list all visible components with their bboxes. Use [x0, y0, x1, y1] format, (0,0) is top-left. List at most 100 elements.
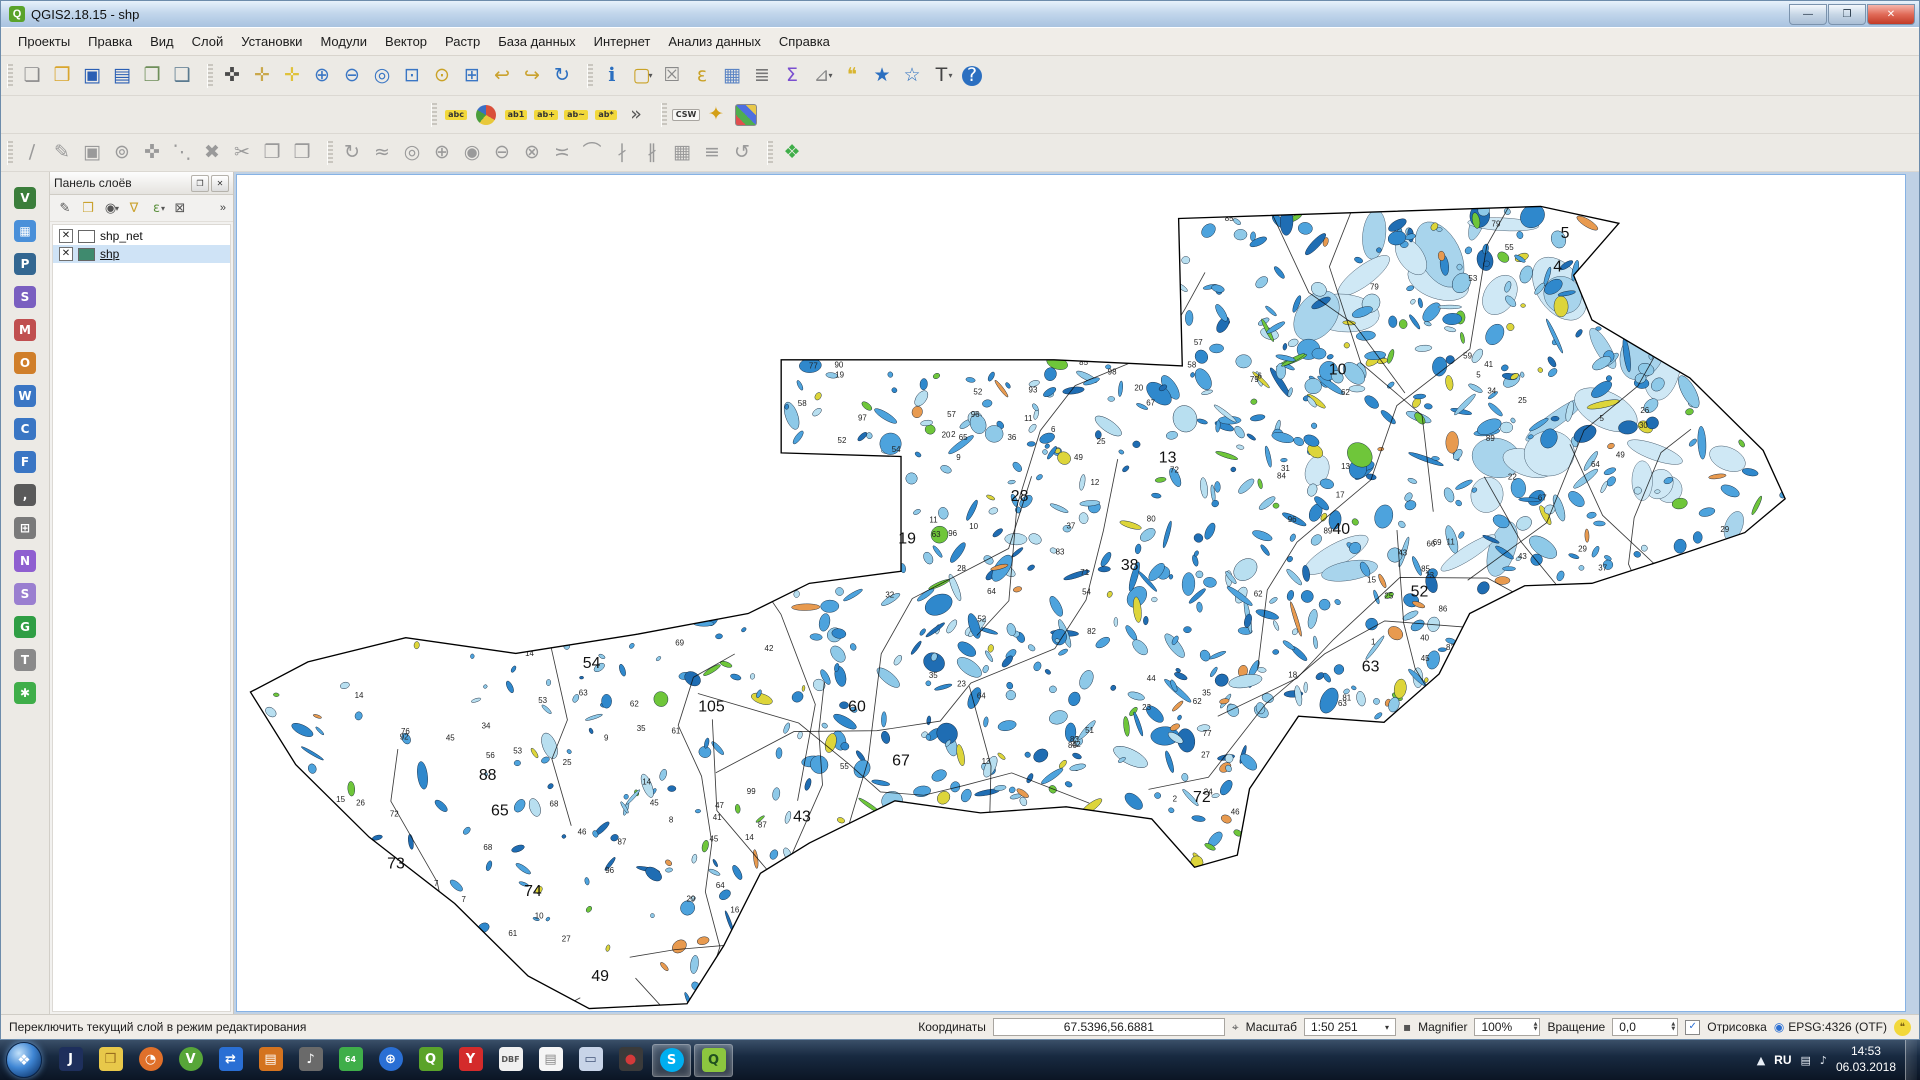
taskbar-browser-orange[interactable]: ◔	[132, 1044, 169, 1075]
filter-by-expression-button[interactable]: ε▾	[146, 197, 168, 219]
new-print-composer-button[interactable]: ❐	[137, 61, 167, 91]
add-group-button[interactable]: ❒	[77, 197, 99, 219]
fill-ring-button[interactable]: ◉	[457, 138, 487, 168]
taskbar-ebook-reader[interactable]: ▤	[252, 1044, 289, 1075]
new-project-button[interactable]: ❏	[17, 61, 47, 91]
refresh-map-button[interactable]: ↻	[547, 61, 577, 91]
add-ring-button[interactable]: ◎	[397, 138, 427, 168]
identify-features-button[interactable]: ℹ	[597, 61, 627, 91]
taskbar-web-browser-globe[interactable]: ⊕	[372, 1044, 409, 1075]
move-label-button[interactable]: ab+	[531, 100, 561, 130]
taskbar-app-64[interactable]: 64	[332, 1044, 369, 1075]
zoom-out-button[interactable]: ⊖	[337, 61, 367, 91]
toolbar-grip[interactable]	[767, 141, 773, 165]
measure-dropdown[interactable]: ▾	[828, 71, 832, 80]
open-layer-styling-button[interactable]: ✎	[54, 197, 76, 219]
layer-visibility-checkbox[interactable]: ✕	[59, 229, 73, 243]
copy-features-button[interactable]: ❐	[257, 138, 287, 168]
field-calculator-button[interactable]: ≣	[747, 61, 777, 91]
simplify-feature-button[interactable]: ≈	[367, 138, 397, 168]
measure-button[interactable]: ⊿▾	[807, 61, 837, 91]
taskbar-yandex-browser[interactable]: Y	[452, 1044, 489, 1075]
db-manager-button[interactable]	[731, 100, 761, 130]
taskbar-app-arrows-blue[interactable]: ⇄	[212, 1044, 249, 1075]
select-by-expression-button[interactable]: ε	[687, 61, 717, 91]
add-spatialite-layer-button[interactable]: S	[11, 283, 39, 310]
tray-expand-icon[interactable]: ▲	[1757, 1054, 1765, 1067]
show-desktop-button[interactable]	[1905, 1040, 1917, 1080]
taskbar-app-v-green[interactable]: V	[172, 1044, 209, 1075]
menu-edit[interactable]: Правка	[79, 30, 141, 53]
open-project-button[interactable]: ❒	[47, 61, 77, 91]
rotation-spinner[interactable]: 0,0 ▲ ▼	[1612, 1018, 1678, 1036]
panel-overflow-button[interactable]: »	[217, 200, 229, 216]
menu-data-analysis[interactable]: Анализ данных	[659, 30, 770, 53]
title-bar[interactable]: Q QGIS2.18.15 - shp — ❐ ✕	[1, 1, 1919, 27]
toggle-editing-button[interactable]: ✎	[47, 138, 77, 168]
layer-item-shp[interactable]: ✕shp	[53, 245, 230, 263]
open-attribute-table-button[interactable]: ▦	[717, 61, 747, 91]
close-panel-button[interactable]: ✕	[211, 175, 229, 192]
split-features-button[interactable]: ∤	[607, 138, 637, 168]
taskbar-windows-explorer[interactable]: ❒	[92, 1044, 129, 1075]
metasearch-csw-button[interactable]: CSW	[671, 100, 701, 130]
taskbar-skype[interactable]: S	[652, 1044, 691, 1077]
remove-layer-button[interactable]: ⊠	[169, 197, 191, 219]
toolbar-grip[interactable]	[7, 141, 13, 165]
text-annotation-button[interactable]: T▾	[927, 61, 957, 91]
coordinates-input[interactable]: 67.5396,56.6881	[993, 1018, 1225, 1036]
menu-database[interactable]: База данных	[489, 30, 584, 53]
render-checkbox[interactable]: ✓	[1685, 1020, 1700, 1035]
zoom-in-button[interactable]: ⊕	[307, 61, 337, 91]
zoom-native-button[interactable]: ◎	[367, 61, 397, 91]
text-annotation-dropdown[interactable]: ▾	[948, 71, 952, 80]
taskbar-backup-drive[interactable]: ▭	[572, 1044, 609, 1075]
offset-curve-button[interactable]: ≍	[547, 138, 577, 168]
spin-down-icon[interactable]: ▼	[1534, 1027, 1538, 1032]
add-mssql-layer-button[interactable]: M	[11, 316, 39, 343]
language-indicator[interactable]: RU	[1774, 1053, 1791, 1067]
pan-to-selection-button[interactable]: ✛	[277, 61, 307, 91]
spin-down-icon[interactable]: ▼	[1671, 1027, 1675, 1032]
map-canvas[interactable]: 2369129035971553468961113525336967925431…	[236, 174, 1906, 1012]
zoom-to-layer-button[interactable]: ⊞	[457, 61, 487, 91]
menu-help[interactable]: Справка	[770, 30, 839, 53]
save-project-button[interactable]: ▣	[77, 61, 107, 91]
close-button[interactable]: ✕	[1867, 4, 1915, 25]
split-parts-button[interactable]: ∦	[637, 138, 667, 168]
menu-raster[interactable]: Растр	[436, 30, 489, 53]
taskbar-qgis-running[interactable]: Q	[694, 1044, 733, 1077]
scale-dropdown-icon[interactable]: ▾	[1385, 1023, 1389, 1032]
rotate-label-button[interactable]: ab~	[561, 100, 591, 130]
add-oracle-layer-button[interactable]: O	[11, 349, 39, 376]
paste-features-button[interactable]: ❒	[287, 138, 317, 168]
more-label-tools-button[interactable]: »	[621, 100, 651, 130]
delete-ring-button[interactable]: ⊖	[487, 138, 517, 168]
layer-diagrams-button[interactable]	[471, 100, 501, 130]
rotate-feature-button[interactable]: ↻	[337, 138, 367, 168]
start-button[interactable]: ❖	[6, 1042, 42, 1078]
scale-combobox[interactable]: 1:50 251 ▾	[1304, 1018, 1396, 1036]
merge-attributes-button[interactable]: ≡	[697, 138, 727, 168]
delete-part-button[interactable]: ⊗	[517, 138, 547, 168]
zoom-next-button[interactable]: ↪	[517, 61, 547, 91]
rotate-point-symbols-button[interactable]: ↺	[727, 138, 757, 168]
clock[interactable]: 14:53 06.03.2018	[1836, 1044, 1896, 1075]
filter-legend-button[interactable]: ∇	[123, 197, 145, 219]
messages-icon[interactable]: ❝	[1894, 1019, 1911, 1036]
layer-visibility-checkbox[interactable]: ✕	[59, 247, 73, 261]
maximize-button[interactable]: ❐	[1828, 4, 1866, 25]
toolbar-grip[interactable]	[7, 64, 13, 88]
toolbar-grip[interactable]	[207, 64, 213, 88]
pan-map-button[interactable]: ✛	[247, 61, 277, 91]
menu-projects[interactable]: Проекты	[9, 30, 79, 53]
select-features-button[interactable]: ▢▾	[627, 61, 657, 91]
manage-map-themes-dropdown[interactable]: ▾	[115, 204, 119, 213]
add-vector-layer-button[interactable]: V	[11, 184, 39, 211]
add-raster-layer-button[interactable]: ▦	[11, 217, 39, 244]
crs-status-button[interactable]: ◉ EPSG:4326 (OTF)	[1774, 1020, 1887, 1034]
save-project-as-button[interactable]: ▤	[107, 61, 137, 91]
magnifier-spinner[interactable]: 100% ▲ ▼	[1474, 1018, 1540, 1036]
menu-web[interactable]: Интернет	[585, 30, 660, 53]
taskbar-qgis-desktop[interactable]: Q	[412, 1044, 449, 1075]
